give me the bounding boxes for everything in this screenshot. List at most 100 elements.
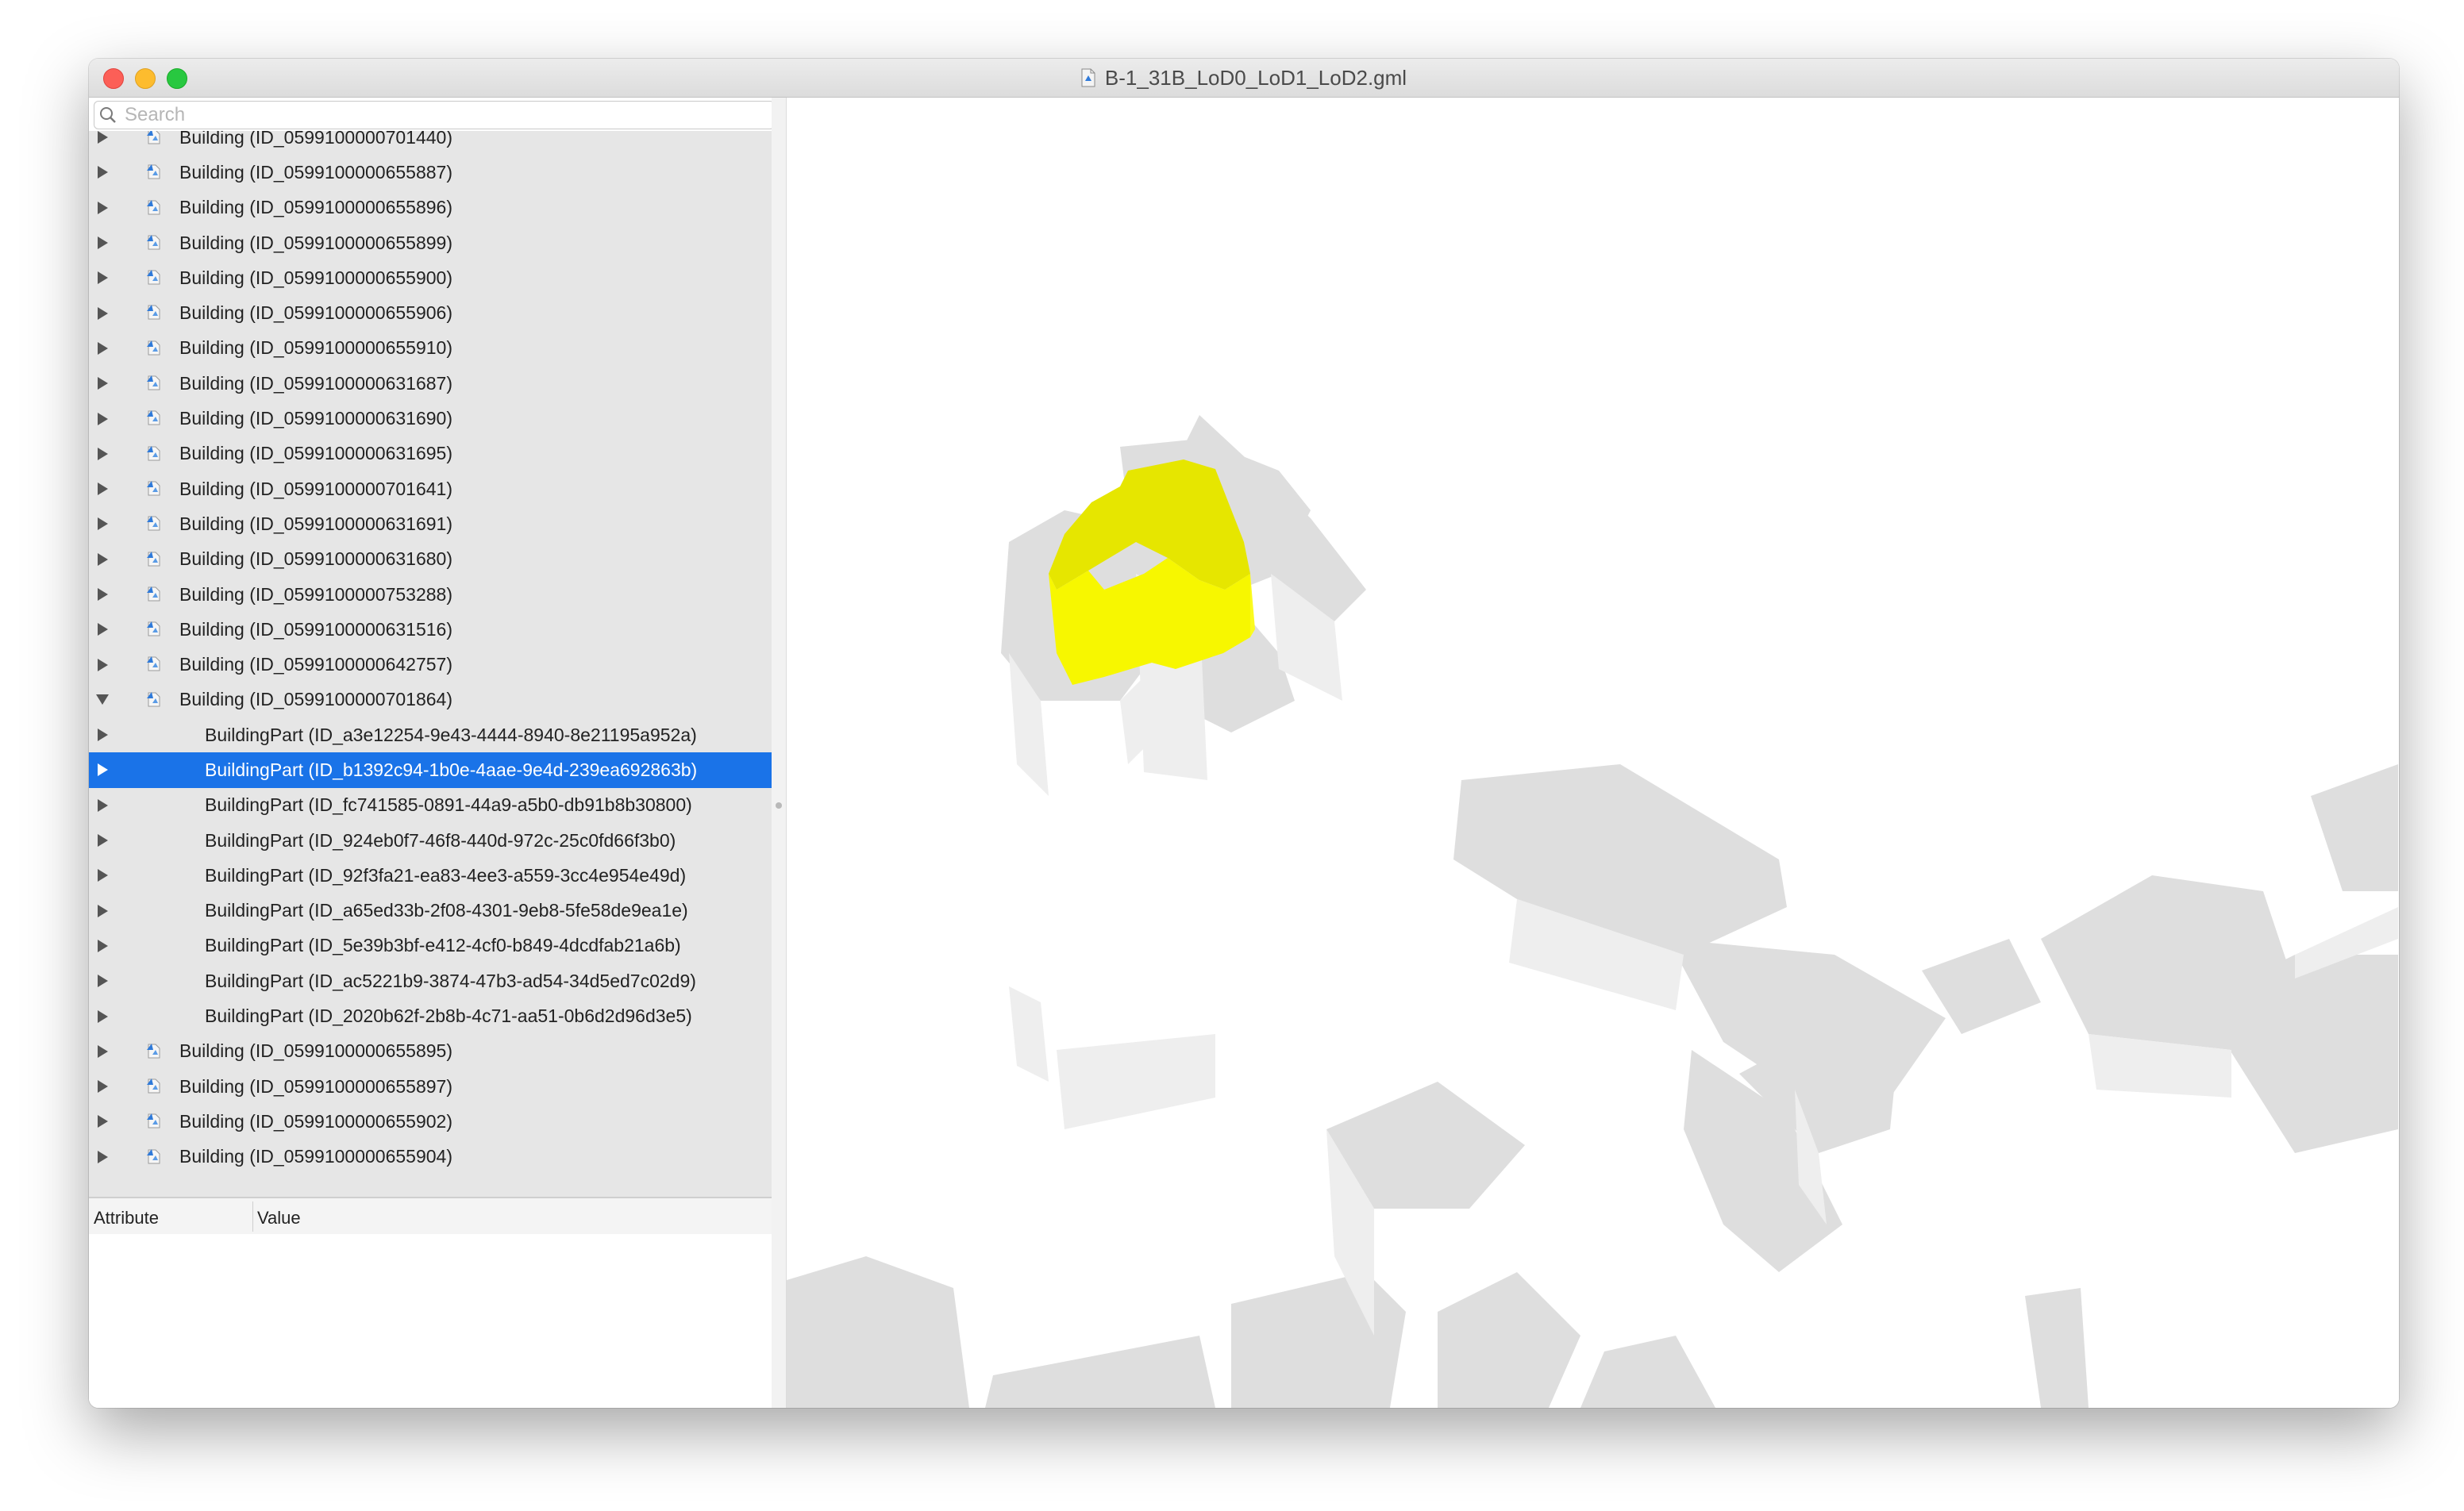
disclosure-triangle-collapsed-icon[interactable] [94, 1043, 111, 1060]
tree-row-building-part[interactable]: BuildingPart (ID_2020b62f-2b8b-4c71-aa51… [89, 998, 772, 1033]
disclosure-triangle-collapsed-icon[interactable] [94, 340, 111, 357]
tree-row-building-part[interactable]: BuildingPart (ID_5e39b3bf-e412-4cf0-b849… [89, 929, 772, 963]
building-object-icon [147, 1078, 160, 1094]
tree-row-label: Building (ID_0599100000701864) [179, 689, 453, 710]
outline-tree[interactable]: Building (ID_0599100000701440) Building (… [89, 131, 772, 1197]
disclosure-triangle-collapsed-icon[interactable] [94, 410, 111, 428]
disclosure-triangle-collapsed-icon[interactable] [94, 1008, 111, 1025]
tree-row-building[interactable]: Building (ID_0599100000655897) [89, 1069, 772, 1104]
disclosure-triangle-collapsed-icon[interactable] [94, 972, 111, 990]
disclosure-triangle-collapsed-icon[interactable] [94, 375, 111, 392]
column-divider[interactable] [252, 1201, 253, 1232]
tree-row-building[interactable]: Building (ID_0599100000631691) [89, 506, 772, 541]
tree-row-building[interactable]: Building (ID_0599100000655900) [89, 260, 772, 295]
building-object-icon [147, 375, 160, 390]
tree-row-label: Building (ID_0599100000631691) [179, 513, 453, 534]
tree-row-label: Building (ID_0599100000655906) [179, 302, 453, 324]
split-view-divider[interactable] [772, 98, 787, 1408]
disclosure-triangle-collapsed-icon[interactable] [94, 305, 111, 322]
tree-row-label: BuildingPart (ID_a65ed33b-2f08-4301-9eb8… [205, 900, 688, 921]
tree-row-label: Building (ID_0599100000655895) [179, 1040, 453, 1062]
building-mass [1231, 1272, 1406, 1408]
search-field[interactable] [94, 101, 775, 129]
window-title: B-1_31B_LoD0_LoD1_LoD2.gml [1104, 65, 1407, 90]
disclosure-triangle-collapsed-icon[interactable] [94, 832, 111, 849]
building-object-icon [147, 410, 160, 425]
search-icon [100, 107, 116, 123]
value-column-header[interactable]: Value [257, 1208, 301, 1228]
tree-row-building[interactable]: Building (ID_0599100000655887) [89, 155, 772, 190]
tree-row-building-part[interactable]: BuildingPart (ID_92f3fa21-ea83-4ee3-a559… [89, 858, 772, 893]
disclosure-triangle-collapsed-icon[interactable] [94, 1148, 111, 1166]
disclosure-triangle-collapsed-icon[interactable] [94, 867, 111, 884]
selected-building-part[interactable] [1049, 459, 1255, 685]
attribute-table-body[interactable] [89, 1234, 772, 1408]
disclosure-triangle-collapsed-icon[interactable] [94, 937, 111, 955]
building-object-icon [147, 656, 160, 671]
disclosure-triangle-collapsed-icon[interactable] [94, 269, 111, 286]
tree-row-building[interactable]: Building (ID_0599100000655906) [89, 295, 772, 330]
tree-row-label: BuildingPart (ID_2020b62f-2b8b-4c71-aa51… [205, 1005, 692, 1027]
tree-row-building[interactable]: Building (ID_0599100000631516) [89, 612, 772, 647]
sidebar: Building (ID_0599100000701440) Building (… [89, 98, 775, 1408]
tree-row-building-part[interactable]: BuildingPart (ID_a65ed33b-2f08-4301-9eb8… [89, 894, 772, 929]
disclosure-triangle-collapsed-icon[interactable] [94, 1078, 111, 1095]
building-object-icon [147, 621, 160, 636]
tree-row-building[interactable]: Building (ID_0599100000701641) [89, 471, 772, 506]
tree-row-label: Building (ID_0599100000655896) [179, 197, 453, 218]
tree-row-building[interactable]: Building (ID_0599100000631680) [89, 542, 772, 577]
tree-row-label: Building (ID_0599100000655887) [179, 161, 453, 183]
disclosure-triangle-collapsed-icon[interactable] [94, 1113, 111, 1130]
tree-row-building[interactable]: Building (ID_0599100000753288) [89, 577, 772, 612]
building-object-icon [147, 516, 160, 531]
disclosure-triangle-collapsed-icon[interactable] [94, 234, 111, 252]
tree-row-building[interactable]: Building (ID_0599100000655899) [89, 225, 772, 260]
3d-scene[interactable] [787, 98, 2398, 1408]
tree-row-building[interactable]: Building (ID_0599100000642757) [89, 647, 772, 682]
tree-row-label: Building (ID_0599100000701440) [179, 131, 453, 148]
disclosure-triangle-collapsed-icon[interactable] [94, 199, 111, 217]
tree-row-building-part[interactable]: BuildingPart (ID_a3e12254-9e43-4444-8940… [89, 717, 772, 752]
building-object-icon [147, 270, 160, 285]
attribute-column-header[interactable]: Attribute [94, 1208, 159, 1228]
disclosure-triangle-collapsed-icon[interactable] [94, 480, 111, 498]
disclosure-triangle-collapsed-icon[interactable] [94, 797, 111, 814]
tree-row-building[interactable]: Building (ID_0599100000655896) [89, 190, 772, 225]
tree-row-label: Building (ID_0599100000655902) [179, 1110, 453, 1132]
tree-row-building[interactable]: Building (ID_0599100000655910) [89, 331, 772, 366]
tree-row-label: Building (ID_0599100000655897) [179, 1075, 453, 1097]
tree-row-building-part[interactable]: BuildingPart (ID_ac5221b9-3874-47b3-ad54… [89, 963, 772, 998]
disclosure-triangle-collapsed-icon[interactable] [94, 586, 111, 603]
tree-row-building[interactable]: Building (ID_0599100000631690) [89, 401, 772, 436]
tree-row-building-part[interactable]: BuildingPart (ID_fc741585-0891-44a9-a5b0… [89, 788, 772, 823]
building-object-icon [147, 340, 160, 356]
disclosure-triangle-collapsed-icon[interactable] [94, 726, 111, 744]
building-facade [1057, 1034, 1215, 1129]
disclosure-triangle-collapsed-icon[interactable] [94, 131, 111, 146]
tree-row-building[interactable]: Building (ID_0599100000701440) [89, 131, 772, 155]
tree-row-building[interactable]: Building (ID_0599100000631687) [89, 366, 772, 401]
tree-row-building-part[interactable]: BuildingPart (ID_924eb0f7-46f8-440d-972c… [89, 823, 772, 858]
search-input[interactable] [121, 103, 747, 127]
divider-grip-icon [776, 802, 782, 809]
disclosure-triangle-collapsed-icon[interactable] [94, 902, 111, 920]
app-window: B-1_31B_LoD0_LoD1_LoD2.gml Building (ID_… [89, 59, 2399, 1408]
tree-row-building-part[interactable]: BuildingPart (ID_b1392c94-1b0e-4aae-9e4d… [89, 752, 772, 788]
disclosure-triangle-collapsed-icon[interactable] [94, 551, 111, 568]
disclosure-triangle-collapsed-icon[interactable] [94, 515, 111, 533]
disclosure-triangle-collapsed-icon[interactable] [94, 656, 111, 674]
disclosure-triangle-collapsed-icon[interactable] [94, 621, 111, 638]
tree-row-building[interactable]: Building (ID_0599100000655902) [89, 1104, 772, 1139]
disclosure-triangle-expanded-icon[interactable] [94, 691, 111, 709]
tree-row-building[interactable]: Building (ID_0599100000655904) [89, 1140, 772, 1175]
tree-row-building[interactable]: Building (ID_0599100000655895) [89, 1034, 772, 1069]
tree-row-building[interactable]: Building (ID_0599100000631695) [89, 436, 772, 471]
3d-viewport[interactable] [787, 98, 2399, 1408]
disclosure-triangle-collapsed-icon[interactable] [94, 761, 111, 779]
disclosure-triangle-collapsed-icon[interactable] [94, 163, 111, 181]
tree-row-building[interactable]: Building (ID_0599100000701864) [89, 682, 772, 717]
disclosure-triangle-collapsed-icon[interactable] [94, 445, 111, 463]
tree-row-label: Building (ID_0599100000701641) [179, 478, 453, 499]
building-object-icon [147, 1148, 160, 1164]
building-object-icon [147, 586, 160, 602]
